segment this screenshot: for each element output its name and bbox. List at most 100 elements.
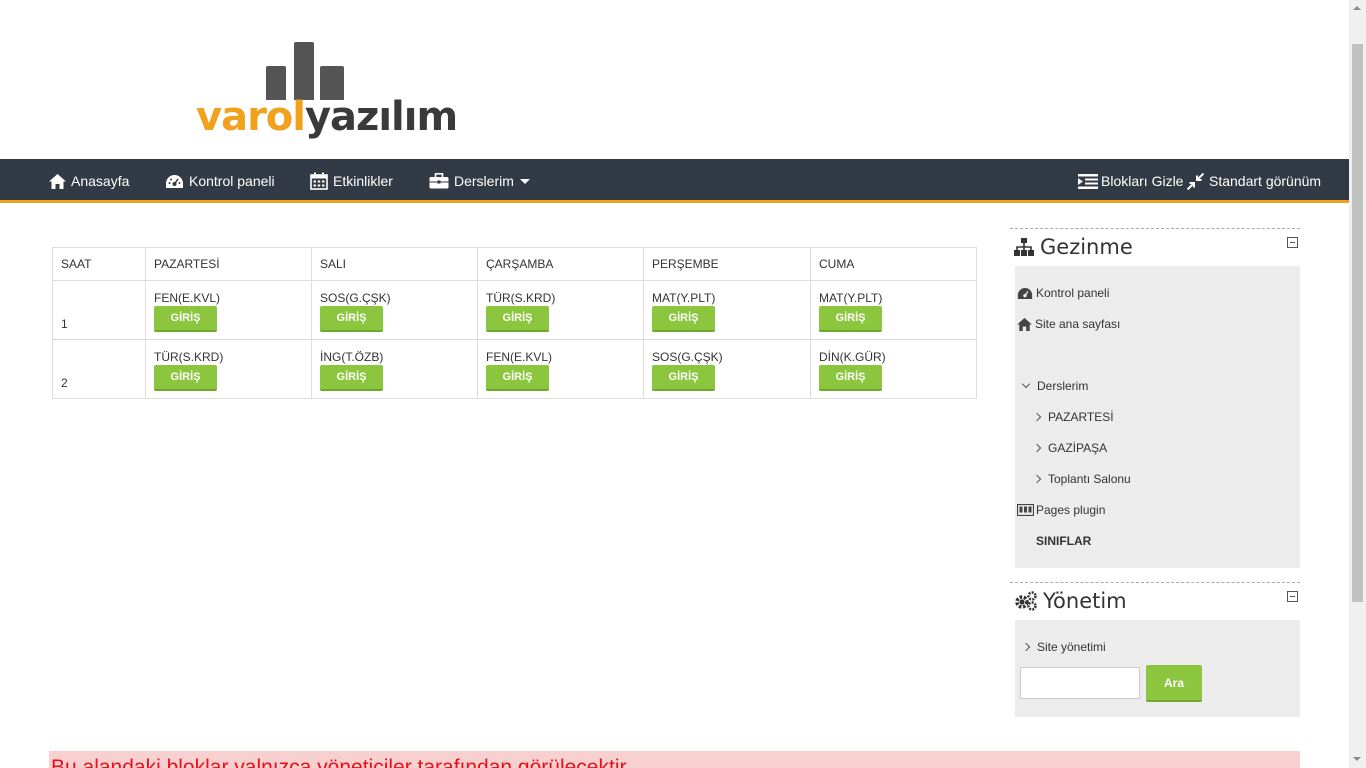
scrollbar-thumb[interactable] (1352, 44, 1363, 602)
header-saat: SAAT (52, 247, 146, 281)
enter-button[interactable]: GİRİŞ (154, 365, 217, 391)
lesson-label: DİN(K.GÜR) (819, 350, 886, 364)
nav-my-courses-label: Derslerim (454, 173, 514, 189)
nav-events[interactable]: Etkinlikler (310, 159, 393, 203)
lesson-label: MAT(Y.PLT) (819, 291, 883, 305)
site-logo[interactable]: varolyazılım (196, 40, 458, 140)
enter-button[interactable]: GİRİŞ (652, 365, 715, 391)
header-monday: PAZARTESİ (145, 247, 312, 281)
enter-button[interactable]: GİRİŞ (652, 306, 715, 332)
navigation-block: Gezinme Kontrol paneli Site ana sayfası … (1010, 228, 1300, 568)
main-navbar: Anasayfa Kontrol paneli Etkinlikler Ders… (0, 159, 1349, 203)
nav-link-site-administration[interactable]: Site yönetimi (1021, 640, 1106, 654)
saat-cell: 2 (52, 339, 146, 399)
lesson-label: FEN(E.KVL) (486, 350, 553, 364)
nav-link-dashboard-label: Kontrol paneli (1036, 286, 1110, 300)
lesson-cell: MAT(Y.PLT) GİRİŞ (810, 280, 977, 340)
nav-link-dashboard[interactable]: Kontrol paneli (1017, 286, 1109, 300)
schedule-table: SAAT PAZARTESİ SALI ÇARŞAMBA PERŞEMBE CU… (52, 247, 977, 399)
table-row: 2 TÜR(S.KRD) GİRİŞ İNG(T.ÖZB) GİRİŞ FEN(E.… (52, 339, 977, 399)
nav-course-item-label: PAZARTESİ (1048, 410, 1114, 424)
lesson-cell: DİN(K.GÜR) GİRİŞ (810, 339, 977, 399)
lesson-cell: İNG(T.ÖZB) GİRİŞ (311, 339, 478, 399)
collapse-navigation-block-button[interactable] (1287, 237, 1298, 248)
nav-link-site-home[interactable]: Site ana sayfası (1017, 317, 1120, 331)
scroll-up-arrow-icon[interactable] (1353, 6, 1361, 10)
nav-link-pages-plugin-label: Pages plugin (1036, 503, 1106, 517)
home-icon (1017, 317, 1032, 331)
table-row: 1 FEN(E.KVL) GİRİŞ SOS(G.ÇŞK) GİRİŞ TÜR(S.… (52, 280, 977, 340)
enter-button[interactable]: GİRİŞ (320, 306, 383, 332)
nav-link-classes[interactable]: SINIFLAR (1036, 534, 1091, 548)
chevron-down-icon (1021, 379, 1031, 389)
nav-home-label: Anasayfa (71, 173, 130, 189)
lesson-cell: FEN(E.KVL) GİRİŞ (477, 339, 644, 399)
header-wednesday: ÇARŞAMBA (477, 247, 644, 281)
enter-button[interactable]: GİRİŞ (819, 306, 882, 332)
saat-cell: 1 (52, 280, 146, 340)
dashboard-icon (1017, 287, 1033, 299)
pages-icon (1017, 504, 1034, 516)
nav-my-courses-dropdown[interactable]: Derslerim (429, 159, 530, 203)
nav-dashboard-label: Kontrol paneli (189, 173, 275, 189)
nav-events-label: Etkinlikler (333, 173, 393, 189)
admin-search-input[interactable] (1020, 667, 1140, 699)
admin-search-button[interactable]: Ara (1146, 665, 1202, 702)
header-thursday: PERŞEMBE (643, 247, 811, 281)
navigation-block-title: Gezinme (1040, 235, 1133, 259)
hide-blocks-label: Blokları Gizle (1101, 173, 1184, 189)
chevron-right-icon (1032, 474, 1042, 484)
enter-button[interactable]: GİRİŞ (486, 306, 549, 332)
enter-button[interactable]: GİRİŞ (486, 365, 549, 391)
standard-view-button[interactable]: Standart görünüm (1187, 159, 1321, 203)
nav-link-my-courses[interactable]: Derslerim (1021, 379, 1089, 393)
lesson-label: MAT(Y.PLT) (652, 291, 716, 305)
lesson-cell: TÜR(S.KRD) GİRİŞ (145, 339, 312, 399)
nav-link-site-administration-label: Site yönetimi (1037, 640, 1106, 654)
standard-view-label: Standart görünüm (1209, 173, 1322, 189)
nav-link-my-courses-label: Derslerim (1037, 379, 1089, 393)
administration-block-header: Yönetim (1010, 583, 1300, 619)
briefcase-icon (429, 173, 449, 189)
lesson-label: İNG(T.ÖZB) (320, 350, 384, 364)
nav-home[interactable]: Anasayfa (49, 159, 129, 203)
lesson-label: TÜR(S.KRD) (486, 291, 556, 305)
collapse-administration-block-button[interactable] (1287, 591, 1298, 602)
page: varolyazılım Anasayfa Kontrol paneli Etk… (0, 0, 1366, 768)
header-tuesday: SALI (311, 247, 478, 281)
logo-buildings-graphic (266, 42, 344, 100)
home-icon (49, 173, 66, 189)
lesson-cell: TÜR(S.KRD) GİRİŞ (477, 280, 644, 340)
logo-text: varolyazılım (196, 94, 458, 140)
enter-button[interactable]: GİRİŞ (320, 365, 383, 391)
lesson-label: SOS(G.ÇŞK) (652, 350, 723, 364)
chevron-right-icon (1021, 642, 1031, 652)
lesson-label: FEN(E.KVL) (154, 291, 221, 305)
nav-course-item[interactable]: PAZARTESİ (1032, 410, 1114, 424)
header-friday: CUMA (810, 247, 977, 281)
schedule-header-row: SAAT PAZARTESİ SALI ÇARŞAMBA PERŞEMBE CU… (52, 247, 977, 281)
nav-dashboard[interactable]: Kontrol paneli (165, 159, 275, 203)
cogs-icon (1015, 591, 1037, 611)
lesson-cell: SOS(G.ÇŞK) GİRİŞ (643, 339, 811, 399)
nav-link-pages-plugin[interactable]: Pages plugin (1017, 503, 1105, 517)
chevron-right-icon (1032, 412, 1042, 422)
nav-link-classes-label: SINIFLAR (1036, 534, 1092, 548)
nav-course-item-label: Toplantı Salonu (1048, 472, 1131, 486)
lesson-cell: FEN(E.KVL) GİRİŞ (145, 280, 312, 340)
navigation-block-header: Gezinme (1010, 229, 1300, 265)
hide-blocks-button[interactable]: Blokları Gizle (1078, 159, 1183, 203)
site-header: varolyazılım (0, 0, 1349, 159)
nav-course-item[interactable]: Toplantı Salonu (1032, 472, 1131, 486)
scroll-down-arrow-icon[interactable] (1353, 757, 1361, 761)
blocks-visibility-alert: Bu alandaki bloklar yalnızca yöneticiler… (49, 751, 1300, 768)
enter-button[interactable]: GİRİŞ (819, 365, 882, 391)
lesson-label: SOS(G.ÇŞK) (320, 291, 391, 305)
lesson-cell: SOS(G.ÇŞK) GİRİŞ (311, 280, 478, 340)
navigation-block-body: Kontrol paneli Site ana sayfası Dersleri… (1015, 266, 1300, 568)
nav-course-item-label: GAZİPAŞA (1048, 441, 1108, 455)
enter-button[interactable]: GİRİŞ (154, 306, 217, 332)
nav-course-item[interactable]: GAZİPAŞA (1032, 441, 1108, 455)
lesson-label: TÜR(S.KRD) (154, 350, 224, 364)
page-scrollbar[interactable] (1349, 0, 1366, 768)
